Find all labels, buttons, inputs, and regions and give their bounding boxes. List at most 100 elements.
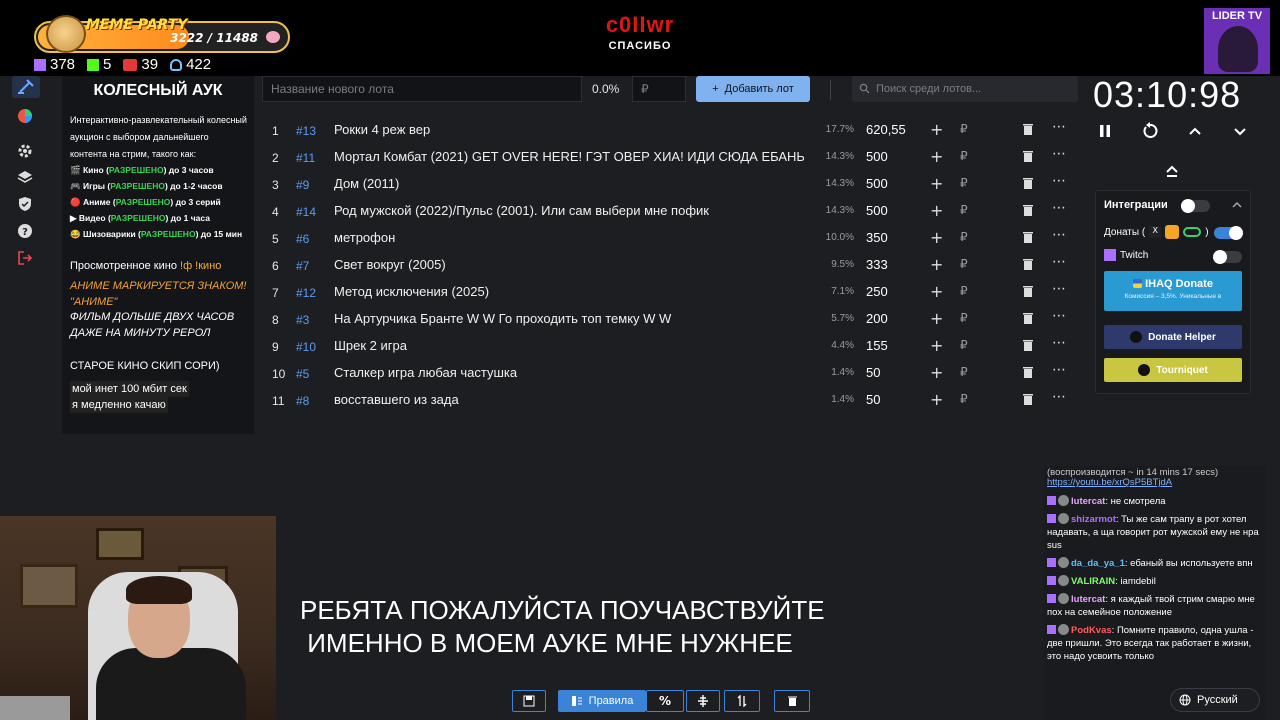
ihaq-donate-button[interactable]: IHAQ Donate Комиссия – 3,5%. Уникальные … (1104, 271, 1242, 311)
lot-amount[interactable]: 500 (866, 149, 888, 164)
more-options-icon[interactable]: ⋯ (1052, 146, 1066, 162)
more-options-icon[interactable]: ⋯ (1052, 227, 1066, 243)
auction-gavel-icon[interactable] (12, 76, 40, 98)
add-amount-icon[interactable]: + (930, 390, 943, 409)
integrations-toggle[interactable] (1181, 199, 1210, 213)
lot-id[interactable]: #3 (296, 313, 309, 327)
new-lot-name-input[interactable] (262, 76, 582, 102)
chevron-up-icon[interactable] (1186, 122, 1204, 140)
lot-id[interactable]: #9 (296, 178, 309, 192)
lot-currency[interactable]: ₽ (960, 311, 968, 325)
more-options-icon[interactable]: ⋯ (1052, 308, 1066, 324)
chat-link[interactable]: https://youtu.be/xrQsP5BTjdA (1047, 477, 1172, 488)
lot-currency[interactable]: ₽ (960, 365, 968, 379)
more-options-icon[interactable]: ⋯ (1052, 173, 1066, 189)
chevron-down-icon[interactable] (1231, 122, 1249, 140)
chat-username[interactable]: PodKvas (1071, 625, 1112, 636)
donations-toggle[interactable] (1214, 226, 1243, 240)
lot-id[interactable]: #10 (296, 340, 316, 354)
add-amount-icon[interactable]: + (930, 336, 943, 355)
lot-currency[interactable]: ₽ (960, 230, 968, 244)
lot-currency[interactable]: ₽ (960, 284, 968, 298)
add-amount-icon[interactable]: + (930, 174, 943, 193)
delete-lot-icon[interactable] (1022, 177, 1034, 190)
reset-timer-icon[interactable] (1141, 122, 1159, 140)
add-lot-button[interactable]: + Добавить лот (696, 76, 810, 102)
lot-name[interactable]: На Артурчика Бранте W W Го проходить топ… (334, 311, 804, 326)
lot-currency[interactable]: ₽ (960, 149, 968, 163)
lot-name[interactable]: Род мужской (2022)/Пульс (2001). Или сам… (334, 203, 804, 218)
delete-lot-icon[interactable] (1022, 258, 1034, 271)
lot-amount[interactable]: 50 (866, 365, 880, 380)
delete-lot-icon[interactable] (1022, 285, 1034, 298)
lot-amount[interactable]: 350 (866, 230, 888, 245)
lot-search[interactable] (852, 76, 1078, 102)
lot-amount[interactable]: 250 (866, 284, 888, 299)
language-selector[interactable]: Русский (1170, 688, 1260, 712)
lot-name[interactable]: Шрек 2 игра (334, 338, 804, 353)
delete-lot-icon[interactable] (1022, 231, 1034, 244)
add-amount-icon[interactable]: + (930, 147, 943, 166)
sort-button[interactable] (724, 690, 760, 712)
add-amount-icon[interactable]: + (930, 120, 943, 139)
lot-name[interactable]: метрофон (334, 230, 804, 245)
chat-username[interactable]: VALIRAIN (1071, 576, 1115, 587)
lot-id[interactable]: #6 (296, 232, 309, 246)
lot-name[interactable]: Рокки 4 реж вер (334, 122, 804, 137)
align-center-button[interactable] (686, 690, 720, 712)
tourniquet-button[interactable]: Tourniquet (1104, 358, 1242, 382)
lot-name[interactable]: Сталкер игра любая частушка (334, 365, 804, 380)
lot-amount[interactable]: 155 (866, 338, 888, 353)
lot-amount[interactable]: 500 (866, 203, 888, 218)
add-amount-icon[interactable]: + (930, 309, 943, 328)
delete-lot-icon[interactable] (1022, 150, 1034, 163)
delete-lot-icon[interactable] (1022, 366, 1034, 379)
new-lot-amount-input[interactable] (632, 76, 686, 102)
lot-amount[interactable]: 50 (866, 392, 880, 407)
add-amount-icon[interactable]: + (930, 201, 943, 220)
lot-search-input[interactable] (876, 76, 1072, 102)
settings-gear-icon[interactable] (16, 142, 34, 160)
lot-currency[interactable]: ₽ (960, 203, 968, 217)
delete-lot-icon[interactable] (1022, 393, 1034, 406)
lot-id[interactable]: #5 (296, 367, 309, 381)
chat-username[interactable]: lutercat (1071, 594, 1105, 605)
add-amount-icon[interactable]: + (930, 363, 943, 382)
rules-button[interactable]: Правила (558, 690, 646, 712)
delete-lot-icon[interactable] (1022, 204, 1034, 217)
add-amount-icon[interactable]: + (930, 255, 943, 274)
more-options-icon[interactable]: ⋯ (1052, 335, 1066, 351)
chat-username[interactable]: da_da_ya_1 (1071, 558, 1125, 569)
twitch-toggle[interactable] (1213, 250, 1242, 264)
clear-lots-button[interactable] (774, 690, 810, 712)
more-options-icon[interactable]: ⋯ (1052, 389, 1066, 405)
wheel-icon[interactable] (16, 107, 34, 125)
lot-currency[interactable]: ₽ (960, 122, 968, 136)
lot-amount[interactable]: 200 (866, 311, 888, 326)
lot-name[interactable]: Дом (2011) (334, 176, 804, 191)
lot-id[interactable]: #11 (296, 151, 315, 165)
lot-name[interactable]: восставшего из зада (334, 392, 804, 407)
chat-username[interactable]: lutercat (1071, 496, 1105, 507)
delete-lot-icon[interactable] (1022, 312, 1034, 325)
lot-amount[interactable]: 620,55 (866, 122, 906, 137)
shield-check-icon[interactable] (16, 195, 34, 213)
lot-amount[interactable]: 333 (866, 257, 888, 272)
delete-lot-icon[interactable] (1022, 123, 1034, 136)
lot-id[interactable]: #12 (296, 286, 316, 300)
lot-currency[interactable]: ₽ (960, 338, 968, 352)
logout-icon[interactable] (16, 249, 34, 267)
percent-mode-button[interactable]: % (646, 690, 684, 712)
lot-name[interactable]: Свет вокруг (2005) (334, 257, 804, 272)
help-icon[interactable]: ? (16, 222, 34, 240)
chevron-up-icon[interactable] (1232, 201, 1242, 209)
lot-currency[interactable]: ₽ (960, 392, 968, 406)
lot-id[interactable]: #7 (296, 259, 309, 273)
save-snapshot-button[interactable] (512, 690, 546, 712)
lot-currency[interactable]: ₽ (960, 257, 968, 271)
lot-name[interactable]: Мортал Комбат (2021) GET OVER HERE! ГЭТ … (334, 149, 804, 164)
delete-lot-icon[interactable] (1022, 339, 1034, 352)
chat-username[interactable]: shizarmot (1071, 514, 1116, 525)
more-options-icon[interactable]: ⋯ (1052, 200, 1066, 216)
add-amount-icon[interactable]: + (930, 228, 943, 247)
